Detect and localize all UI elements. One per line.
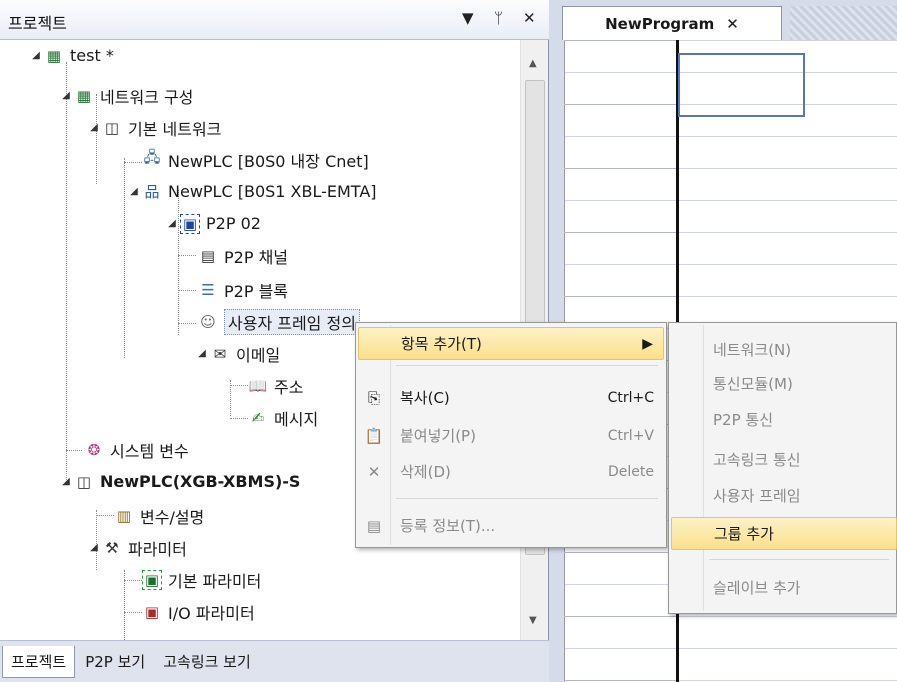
plc-cube-icon: ◫ [76, 472, 92, 491]
network-config-icon: ▦ [76, 86, 92, 105]
expand-triangle-icon[interactable]: ◢ [88, 542, 100, 553]
basic-param-icon: ▣ [142, 569, 162, 590]
address-book-icon: 📖 [248, 376, 268, 395]
submenu-item-user-frame[interactable]: 사용자 프레임 [671, 479, 897, 512]
serial-module-icon: 🖧 [143, 148, 161, 166]
submenu-item-network[interactable]: 네트워크(N) [671, 333, 897, 366]
parameter-icon: ⚒ [105, 538, 119, 557]
tree-item-p2p[interactable]: ◢ ▣ P2P 02 [166, 208, 261, 239]
tree-item-p2p-block[interactable]: ☰ P2P 블록 [196, 274, 288, 305]
tab-close-icon[interactable]: ✕ [726, 15, 739, 33]
block-list-icon: ☰ [201, 280, 215, 299]
tree-item-plc-cnet[interactable]: 🖧 NewPLC [B0S0 내장 Cnet] [128, 144, 369, 175]
expand-triangle-icon[interactable]: ◢ [30, 50, 42, 61]
menu-item-paste[interactable]: 📋 붙여넣기(P) Ctrl+V [358, 419, 664, 452]
pane-dropdown-icon[interactable]: ▼ [462, 9, 474, 27]
tab-newprogram[interactable]: NewProgram ✕ [562, 6, 782, 40]
tree-item-message[interactable]: ✍ 메시지 [246, 402, 318, 433]
tree-item-io-param[interactable]: ▣ I/O 파라미터 [140, 596, 255, 627]
expand-triangle-icon[interactable]: ◢ [60, 90, 72, 101]
tree-item-address[interactable]: 📖 주소 [246, 370, 304, 401]
tree-item-user-frame[interactable]: ☺ 사용자 프레임 정의 [196, 306, 360, 337]
scroll-up-icon[interactable]: ▲ [529, 58, 537, 69]
expand-triangle-icon[interactable]: ◢ [60, 476, 72, 487]
tree-item-plc-emta[interactable]: ◢ 品 NewPLC [B0S1 XBL-EMTA] [128, 176, 376, 207]
tree-item-basic-network[interactable]: ◢ ◫ 기본 네트워크 [88, 112, 221, 143]
submenu-item-p2p-comm[interactable]: P2P 통신 [671, 403, 897, 436]
delete-icon: ✕ [367, 462, 381, 481]
tree-item-email[interactable]: ◢ ✉ 이메일 [196, 338, 280, 369]
submenu-item-highspeed-link[interactable]: 고속링크 통신 [671, 443, 897, 476]
p2p-icon: ▣ [180, 213, 200, 234]
properties-icon: ▤ [366, 516, 382, 535]
submenu-item-add-group[interactable]: 그룹 추가 [671, 517, 897, 550]
pane-close-icon[interactable]: ✕ [523, 9, 536, 27]
tab-p2p-view[interactable]: P2P 보기 [77, 646, 153, 677]
user-frame-icon: ☺ [200, 312, 216, 331]
channel-icon: ▤ [200, 246, 216, 265]
ladder-cursor-cell[interactable] [678, 53, 805, 117]
ethernet-module-icon: 品 [144, 183, 160, 201]
submenu-item-comm-module[interactable]: 통신모듈(M) [671, 367, 897, 400]
tree-item-network-config[interactable]: ◢ ▦ 네트워크 구성 [60, 80, 193, 111]
paste-icon: 📋 [364, 426, 384, 445]
tree-item-var-desc[interactable]: ▥ 변수/설명 [112, 500, 204, 531]
expand-triangle-icon[interactable]: ◢ [128, 186, 140, 197]
io-param-icon: ▣ [144, 602, 160, 621]
tree-item-system-variable[interactable]: ❂ 시스템 변수 [82, 434, 189, 465]
tree-item-root[interactable]: ◢ ▦ test * [30, 40, 114, 71]
variable-icon: ▥ [116, 506, 132, 525]
project-icon: ▦ [46, 46, 62, 65]
submenu-add-item: 네트워크(N) 통신모듈(M) P2P 통신 고속링크 통신 사용자 프레임 그… [668, 322, 897, 614]
tree-item-basic-param[interactable]: ▣ 기본 파라미터 [140, 564, 261, 595]
tree-item-p2p-channel[interactable]: ▤ P2P 채널 [196, 240, 288, 271]
scroll-down-icon[interactable]: ▼ [529, 615, 537, 626]
tab-project[interactable]: 프로젝트 [2, 645, 76, 678]
copy-icon: ⎘ [367, 388, 380, 407]
expand-triangle-icon[interactable]: ◢ [88, 122, 100, 133]
pane-pin-icon[interactable]: ᛘ [494, 9, 503, 27]
message-icon: ✍ [251, 408, 265, 427]
context-menu: 항목 추가(T) ▶ ⎘ 복사(C) Ctrl+C 📋 붙여넣기(P) Ctrl… [355, 322, 667, 548]
submenu-arrow-icon: ▶ [642, 335, 653, 352]
tree-item-plc-main[interactable]: ◢ ◫ NewPLC(XGB-XBMS)-S [60, 466, 300, 497]
tree-item-parameter[interactable]: ◢ ⚒ 파라미터 [88, 532, 187, 563]
expand-triangle-icon[interactable]: ◢ [196, 348, 208, 359]
email-icon: ✉ [213, 344, 227, 363]
network-cube-icon: ◫ [104, 118, 120, 137]
tab-highspeed-link-view[interactable]: 고속링크 보기 [155, 646, 259, 677]
system-variable-icon: ❂ [87, 440, 101, 459]
menu-item-register-info[interactable]: ▤ 등록 정보(T)... [358, 509, 664, 542]
menu-item-delete[interactable]: ✕ 삭제(D) Delete [358, 455, 664, 488]
submenu-item-add-slave[interactable]: 슬레이브 추가 [671, 571, 897, 604]
pane-bottom-tabs: 프로젝트 P2P 보기 고속링크 보기 [0, 640, 549, 682]
project-pane-title: 프로젝트 [8, 14, 67, 33]
menu-item-add-item[interactable]: 항목 추가(T) ▶ [358, 327, 664, 360]
menu-item-copy[interactable]: ⎘ 복사(C) Ctrl+C [358, 381, 664, 414]
expand-triangle-icon[interactable]: ◢ [166, 218, 178, 229]
project-pane-header: 프로젝트 ▼ ᛘ ✕ [0, 0, 549, 40]
